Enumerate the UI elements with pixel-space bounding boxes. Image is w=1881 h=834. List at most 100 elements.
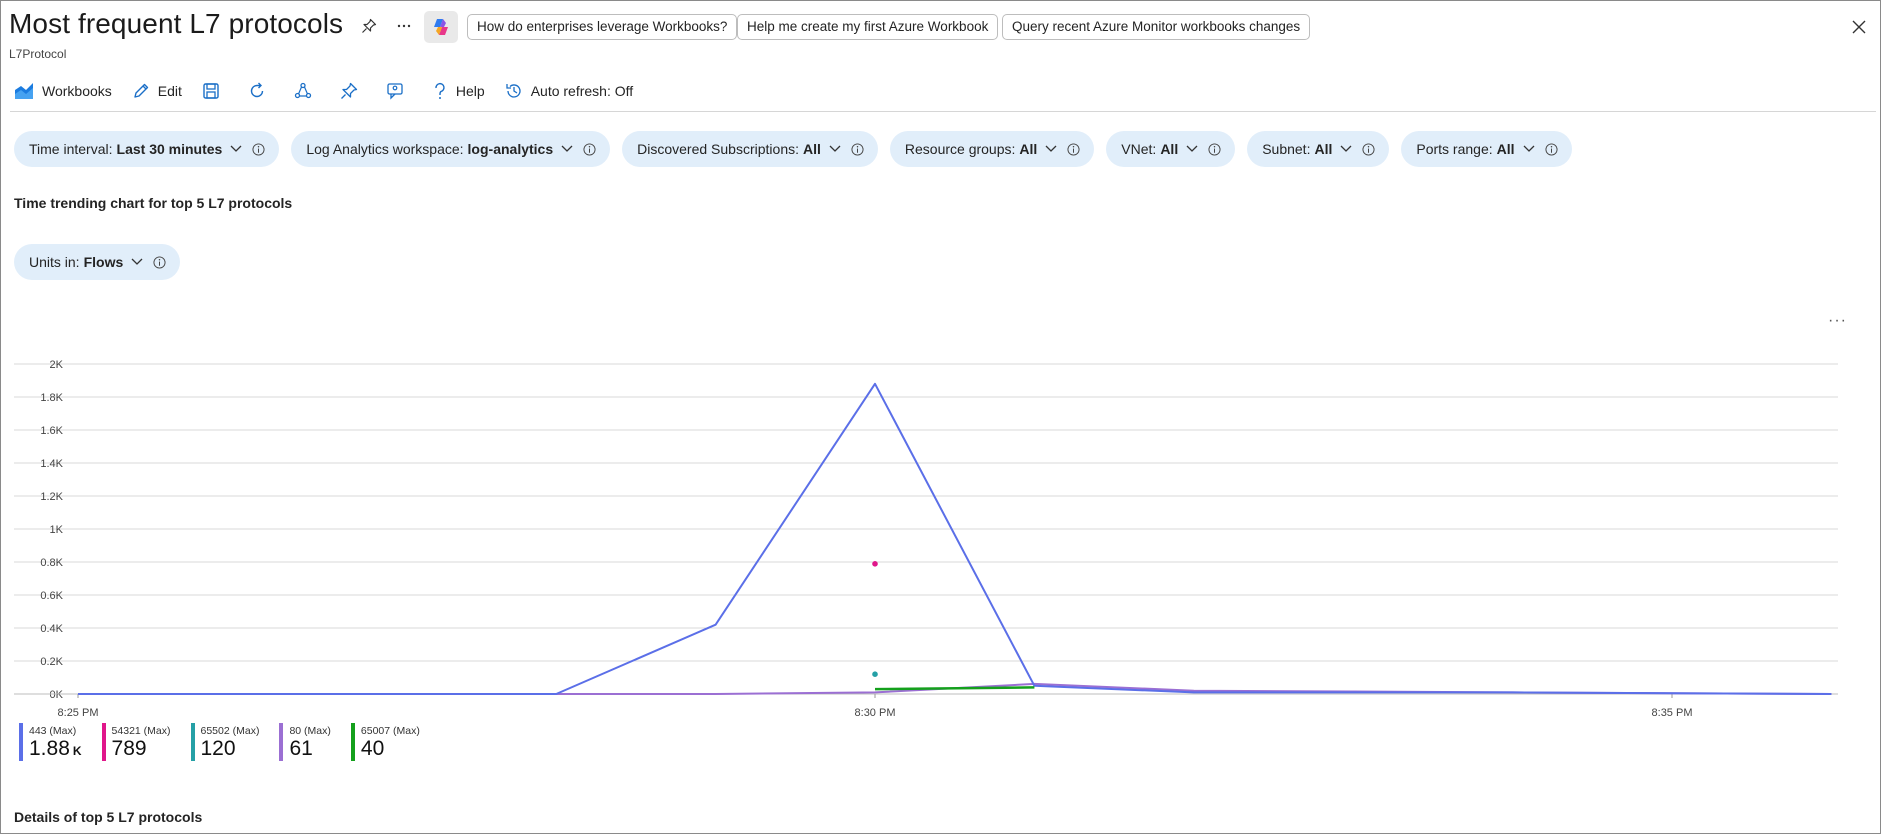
param-label: Units in: xyxy=(29,254,80,270)
param-value: All xyxy=(1160,141,1179,157)
info-icon[interactable] xyxy=(851,142,864,156)
param-value: All xyxy=(1019,141,1038,157)
chevron-down-icon xyxy=(1340,145,1352,152)
close-icon[interactable] xyxy=(1846,14,1872,40)
x-tick-label: 8:30 PM xyxy=(855,707,896,719)
help-button[interactable]: Help xyxy=(432,78,485,104)
param-value: log-analytics xyxy=(467,141,554,157)
edit-label: Edit xyxy=(157,83,182,99)
refresh-button[interactable] xyxy=(248,78,274,104)
legend-item-65502[interactable]: 65502 (Max) 120 xyxy=(190,723,260,761)
y-tick-label: 0K xyxy=(50,689,64,701)
chart-more-options-icon[interactable]: ··· xyxy=(1828,312,1847,330)
param-resource-groups[interactable]: Resource groups: All xyxy=(889,131,1095,167)
toolbar: Workbooks Edit Help Auto refresh: Off xyxy=(14,78,653,104)
suggestion-chip-1[interactable]: How do enterprises leverage Workbooks? xyxy=(467,14,738,40)
copilot-button[interactable] xyxy=(424,11,458,43)
legend-label: 80 (Max) xyxy=(289,725,331,737)
param-value: Last 30 minutes xyxy=(116,141,223,157)
y-tick-label: 1.4K xyxy=(40,458,63,470)
y-tick-label: 0.8K xyxy=(40,557,63,569)
info-icon[interactable] xyxy=(1208,142,1221,156)
chevron-down-icon xyxy=(829,145,841,152)
param-subnet[interactable]: Subnet: All xyxy=(1247,131,1390,167)
x-tick-label: 8:35 PM xyxy=(1652,707,1693,719)
chevron-down-icon xyxy=(561,145,573,152)
auto-refresh-label: Auto refresh: Off xyxy=(530,83,634,99)
info-icon[interactable] xyxy=(1544,142,1558,156)
workbooks-button[interactable]: Workbooks xyxy=(14,78,112,104)
info-icon[interactable] xyxy=(1067,142,1080,156)
info-icon[interactable] xyxy=(153,255,166,269)
page-subtitle: L7Protocol xyxy=(9,47,67,61)
feedback-icon xyxy=(387,83,403,100)
share-icon xyxy=(294,82,312,99)
legend-unit: K xyxy=(72,744,82,758)
pin-dashboard-button[interactable] xyxy=(340,78,366,104)
legend-label: 65007 (Max) xyxy=(360,725,420,737)
details-section-title: Details of top 5 L7 protocols xyxy=(14,809,203,825)
legend-swatch xyxy=(279,723,284,761)
info-icon[interactable] xyxy=(252,142,265,156)
edit-button[interactable]: Edit xyxy=(132,78,182,104)
chevron-down-icon xyxy=(1523,145,1534,152)
refresh-icon xyxy=(250,82,264,98)
chevron-down-icon xyxy=(230,145,242,152)
legend-value: 40 xyxy=(360,737,385,760)
legend-value: 1.88 xyxy=(29,737,70,760)
page-title: Most frequent L7 protocols xyxy=(9,8,344,39)
y-tick-label: 1.6K xyxy=(40,425,63,437)
info-icon[interactable] xyxy=(583,142,596,156)
param-time-interval[interactable]: Time interval: Last 30 minutes xyxy=(14,131,280,167)
help-label: Help xyxy=(455,83,485,99)
param-label: Subnet: xyxy=(1262,141,1311,157)
param-label: VNet: xyxy=(1121,141,1157,157)
legend-label: 65502 (Max) xyxy=(200,725,260,737)
legend-swatch xyxy=(190,723,195,761)
chevron-down-icon xyxy=(1045,145,1057,152)
suggestion-chip-2[interactable]: Help me create my first Azure Workbook xyxy=(737,14,999,40)
info-icon[interactable] xyxy=(1362,142,1375,156)
more-options-icon[interactable] xyxy=(392,14,416,38)
series-65502-point xyxy=(872,671,878,677)
param-log-analytics-workspace[interactable]: Log Analytics workspace: log-analytics xyxy=(291,131,611,167)
chevron-down-icon xyxy=(1186,145,1198,152)
parameter-bar: Time interval: Last 30 minutes Log Analyt… xyxy=(14,131,1584,167)
save-button[interactable] xyxy=(202,78,228,104)
param-label: Ports range: xyxy=(1416,141,1493,157)
units-parameter-bar: Units in: Flows xyxy=(14,244,192,280)
share-button[interactable] xyxy=(294,78,320,104)
param-vnet[interactable]: VNet: All xyxy=(1106,131,1236,167)
auto-refresh-button[interactable]: Auto refresh: Off xyxy=(505,78,633,104)
legend-label: 54321 (Max) xyxy=(111,725,171,737)
chevron-down-icon xyxy=(131,258,143,265)
y-tick-label: 0.4K xyxy=(40,623,63,635)
legend-item-80[interactable]: 80 (Max) 61 xyxy=(279,723,331,761)
y-tick-label: 1.8K xyxy=(40,392,63,404)
y-tick-label: 0.2K xyxy=(40,656,63,668)
legend-item-443[interactable]: 443 (Max) 1.88 K xyxy=(19,723,82,761)
series-54321-point xyxy=(872,561,878,567)
chart-legend: 443 (Max) 1.88 K 54321 (Max) 789 65502 (M… xyxy=(19,723,440,761)
param-units[interactable]: Units in: Flows xyxy=(14,244,181,280)
param-discovered-subscriptions[interactable]: Discovered Subscriptions: All xyxy=(622,131,878,167)
param-value: All xyxy=(1314,141,1333,157)
toolbar-divider xyxy=(10,111,1876,112)
param-value: All xyxy=(803,141,821,157)
param-value: Flows xyxy=(83,254,124,270)
param-ports-range[interactable]: Ports range: All xyxy=(1401,131,1572,167)
clock-history-icon xyxy=(506,84,521,98)
legend-swatch xyxy=(19,723,23,761)
legend-item-54321[interactable]: 54321 (Max) 789 xyxy=(101,723,171,761)
feedback-button[interactable] xyxy=(386,78,412,104)
trend-section-title: Time trending chart for top 5 L7 protoco… xyxy=(14,195,293,211)
legend-item-65007[interactable]: 65007 (Max) 40 xyxy=(350,723,420,761)
workbooks-icon xyxy=(15,83,33,99)
legend-swatch xyxy=(101,723,106,761)
legend-swatch xyxy=(350,723,355,761)
pin-icon[interactable] xyxy=(357,14,381,38)
y-tick-label: 1K xyxy=(50,524,64,536)
suggestion-chip-3[interactable]: Query recent Azure Monitor workbooks cha… xyxy=(1002,14,1311,40)
workbooks-label: Workbooks xyxy=(42,83,112,99)
param-label: Discovered Subscriptions: xyxy=(637,141,799,157)
